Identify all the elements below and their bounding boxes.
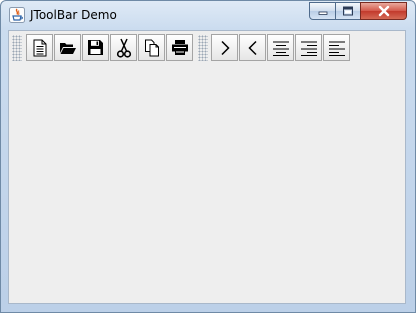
align-right-button[interactable]	[295, 34, 322, 61]
copy-icon	[144, 39, 159, 56]
save-button[interactable]	[82, 34, 109, 61]
new-button[interactable]	[26, 34, 53, 61]
minimize-icon	[318, 11, 327, 15]
maximize-button[interactable]	[335, 2, 361, 20]
save-icon	[88, 40, 103, 55]
toolbar-separator-grip[interactable]	[198, 35, 208, 61]
open-button[interactable]	[54, 34, 81, 61]
cut-icon	[116, 38, 131, 58]
chevron-right-icon	[220, 40, 230, 55]
java-app-icon	[9, 7, 25, 23]
open-folder-icon	[59, 42, 76, 54]
previous-button[interactable]	[239, 34, 266, 61]
toolbar	[9, 31, 405, 63]
toolbar-drag-handle[interactable]	[12, 35, 22, 61]
close-button[interactable]	[360, 2, 407, 20]
close-icon	[378, 5, 389, 17]
next-button[interactable]	[211, 34, 238, 61]
chevron-left-icon	[247, 40, 257, 55]
minimize-button[interactable]	[309, 2, 336, 20]
title-bar[interactable]: JToolBar Demo	[1, 1, 415, 29]
content-pane	[8, 30, 406, 304]
cut-button[interactable]	[110, 34, 137, 61]
align-left-button[interactable]	[323, 34, 350, 61]
align-right-icon	[300, 41, 317, 56]
print-icon	[171, 40, 188, 55]
new-document-icon	[33, 39, 46, 56]
application-window: JToolBar Demo	[0, 0, 416, 313]
window-title: JToolBar Demo	[30, 8, 117, 22]
align-left-icon	[328, 41, 345, 56]
print-button[interactable]	[166, 34, 193, 61]
align-center-icon	[272, 41, 289, 56]
maximize-icon	[343, 6, 353, 16]
align-center-button[interactable]	[267, 34, 294, 61]
copy-button[interactable]	[138, 34, 165, 61]
